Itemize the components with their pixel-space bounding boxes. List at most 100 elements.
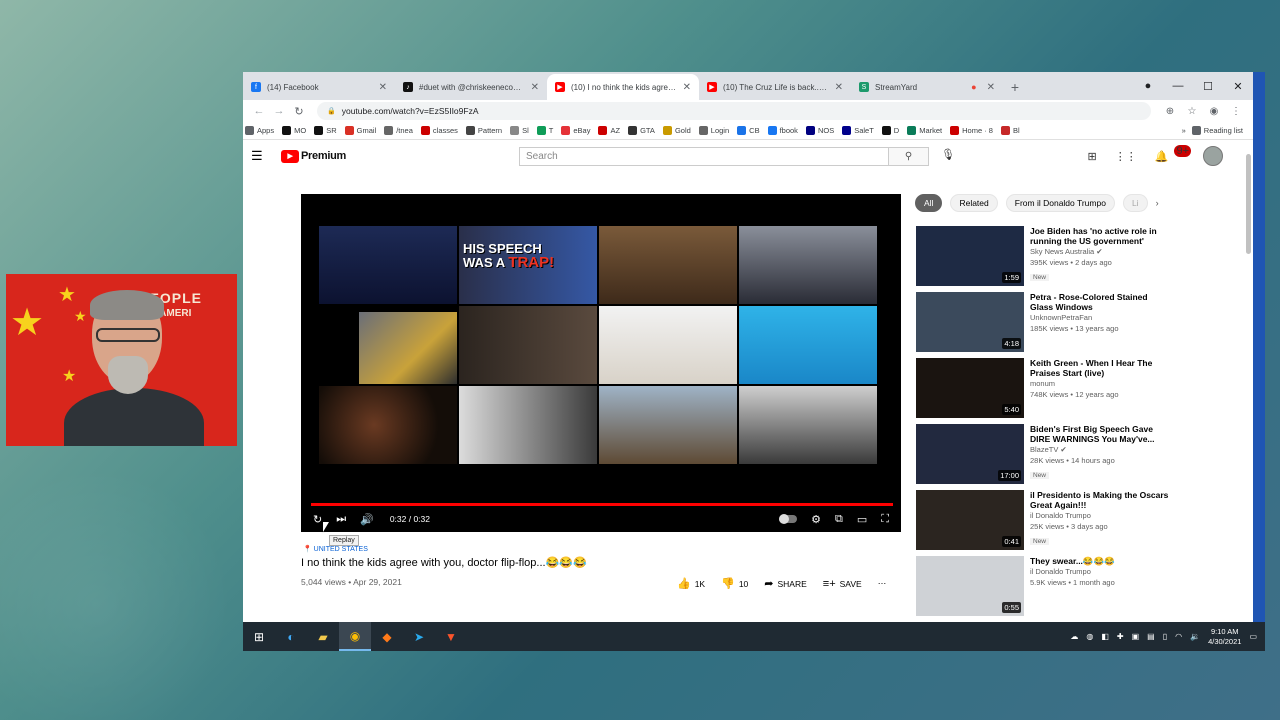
youtube-logo[interactable]: ▶ Premium <box>281 149 346 163</box>
close-icon[interactable]: ✕ <box>531 82 539 93</box>
bookmark-sl[interactable]: Sl <box>510 126 529 135</box>
endscreen-thumb[interactable] <box>739 226 877 304</box>
endscreen-thumb[interactable] <box>599 386 737 464</box>
bookmark-gmail[interactable]: Gmail <box>344 126 376 135</box>
endscreen-thumb[interactable]: HIS SPEECH WAS A TRAP! <box>459 226 597 304</box>
recommendation-item[interactable]: 0:41 il Presidento is Making the Oscars G… <box>916 490 1246 552</box>
chip-from-channel[interactable]: From il Donaldo Trumpo <box>1005 194 1115 212</box>
recommendation-thumbnail[interactable]: 0:41 <box>916 490 1024 550</box>
tab-youtube-cruz[interactable]: ▶ (10) The Cruz Life is back... - You ✕ <box>699 74 851 100</box>
share-page-icon[interactable]: ⊕ <box>1159 106 1181 117</box>
menu-icon[interactable]: ⋮ <box>1225 106 1247 117</box>
clock[interactable]: 9:10 AM 4/30/2021 <box>1208 627 1241 647</box>
recommendation-title[interactable]: Biden's First Big Speech Gave DIRE WARNI… <box>1030 424 1170 444</box>
brave-icon[interactable]: ▼ <box>435 622 467 651</box>
theater-mode-icon[interactable]: ▭ <box>857 513 867 526</box>
endscreen-thumb[interactable] <box>739 306 877 384</box>
search-button[interactable]: ⚲ <box>889 147 929 166</box>
close-icon[interactable]: ✕ <box>987 82 995 93</box>
recommendation-thumbnail[interactable]: 17:00 <box>916 424 1024 484</box>
hamburger-menu-icon[interactable]: ☰ <box>251 148 265 164</box>
recommendation-item[interactable]: 17:00 Biden's First Big Speech Gave DIRE … <box>916 424 1246 486</box>
app-tray-icon[interactable]: ◍ <box>1086 632 1093 641</box>
recommendation-channel[interactable]: monum <box>1030 378 1170 389</box>
close-icon[interactable]: ✕ <box>835 82 843 93</box>
share-button[interactable]: ➦ SHARE <box>764 577 807 590</box>
chevron-right-icon[interactable]: › <box>1156 198 1159 208</box>
save-button[interactable]: ≡+ SAVE <box>823 578 862 590</box>
recommendation-thumbnail[interactable]: 0:55 <box>916 556 1024 616</box>
telegram-icon[interactable]: ➤ <box>403 622 435 651</box>
address-bar[interactable]: 🔒 youtube.com/watch?v=EzS5IIo9FzA <box>317 102 1151 120</box>
bookmark-market[interactable]: Market <box>907 126 942 135</box>
recommendation-item[interactable]: 5:40 Keith Green - When I Hear The Praise… <box>916 358 1246 420</box>
bookmark-ebay[interactable]: eBay <box>561 126 590 135</box>
bookmark-classes[interactable]: classes <box>420 126 458 135</box>
recommendation-item[interactable]: 0:55 They swear...😂😂😂 il Donaldo Trumpo 5.9… <box>916 556 1246 618</box>
recommendation-channel[interactable]: Sky News Australia ✔ <box>1030 246 1170 257</box>
new-tab-button[interactable]: + <box>1003 74 1027 100</box>
notification-center-icon[interactable]: ▭ <box>1249 632 1257 641</box>
bookmark-bl[interactable]: Bl <box>1000 126 1020 135</box>
microphone-icon[interactable]: 🎙 <box>941 148 955 161</box>
replay-icon[interactable]: ↻ <box>313 513 322 526</box>
search-input[interactable]: Search <box>519 147 889 166</box>
page-scrollbar[interactable] <box>1246 154 1251 254</box>
video-location[interactable]: 📍 UNITED STATES <box>303 545 368 553</box>
recommendation-item[interactable]: 1:59 Joe Biden has 'no active role in run… <box>916 226 1246 288</box>
recommendation-thumbnail[interactable]: 1:59 <box>916 226 1024 286</box>
app-tray-icon[interactable]: ▤ <box>1147 632 1155 641</box>
create-video-icon[interactable]: ⊞ <box>1088 150 1097 163</box>
recommendation-title[interactable]: Keith Green - When I Hear The Praises St… <box>1030 358 1170 378</box>
onedrive-icon[interactable]: ☁ <box>1070 632 1078 641</box>
volume-icon[interactable]: 🔊 <box>360 513 374 526</box>
apps-grid-icon[interactable]: ⋮⋮ <box>1115 150 1137 163</box>
forward-button[interactable]: → <box>269 105 289 117</box>
more-bookmarks-icon[interactable]: » <box>1182 126 1186 135</box>
endscreen-thumb[interactable] <box>599 226 737 304</box>
bookmark-mo[interactable]: MO <box>282 126 306 135</box>
tab-tiktok[interactable]: ♪ #duet with @chriskeenecomedy ✕ <box>395 74 547 100</box>
recommendation-channel[interactable]: il Donaldo Trumpo <box>1030 566 1170 577</box>
next-video-icon[interactable]: ⏭ <box>336 513 346 526</box>
extension-icon[interactable]: ◉ <box>1203 106 1225 117</box>
dislike-button[interactable]: 👎 10 <box>721 577 748 590</box>
tab-youtube-active[interactable]: ▶ (10) I no think the kids agree with ✕ <box>547 74 699 100</box>
firefox-icon[interactable]: ◆ <box>371 622 403 651</box>
bookmark-login[interactable]: Login <box>698 126 729 135</box>
bookmark-t[interactable]: T <box>536 126 553 135</box>
chip-more[interactable]: Li <box>1122 194 1148 212</box>
endscreen-thumb[interactable] <box>739 386 877 464</box>
close-window-button[interactable]: ✕ <box>1223 72 1253 100</box>
minimize-button[interactable]: — <box>1163 72 1193 100</box>
like-button[interactable]: 👍 1K <box>677 577 705 590</box>
bookmark-apps[interactable]: Apps <box>245 126 274 135</box>
miniplayer-icon[interactable]: ⧉ <box>835 513 843 526</box>
battery-icon[interactable]: ▯ <box>1163 632 1167 641</box>
bookmark-star-icon[interactable]: ☆ <box>1181 106 1203 117</box>
endscreen-thumb[interactable] <box>599 306 737 384</box>
file-explorer-icon[interactable]: ▰ <box>307 622 339 651</box>
recommendation-channel[interactable]: BlazeTV ✔ <box>1030 444 1170 455</box>
bookmark-salet[interactable]: SaleT <box>842 126 874 135</box>
bookmark-cb[interactable]: CB <box>737 126 760 135</box>
app-tray-icon[interactable]: ▣ <box>1132 632 1140 641</box>
tab-streamyard[interactable]: S StreamYard ● ✕ <box>851 74 1003 100</box>
bookmark-az[interactable]: AZ <box>598 126 620 135</box>
more-actions-icon[interactable]: ⋯ <box>878 578 887 589</box>
autoplay-toggle[interactable] <box>779 514 798 524</box>
video-progress-bar[interactable] <box>311 503 893 506</box>
wifi-icon[interactable]: ◠ <box>1175 632 1182 641</box>
start-windows-icon[interactable]: ⊞ <box>243 622 275 651</box>
settings-gear-icon[interactable]: ⚙ <box>811 513 821 526</box>
edge-browser-icon[interactable]: ◐ <box>275 622 307 651</box>
chip-all[interactable]: All <box>915 194 943 212</box>
back-button[interactable]: ← <box>249 105 269 117</box>
chip-related[interactable]: Related <box>950 194 998 212</box>
fullscreen-icon[interactable]: ⛶ <box>881 513 889 526</box>
recommendation-thumbnail[interactable]: 4:18 <box>916 292 1024 352</box>
bookmark-d[interactable]: D <box>881 126 899 135</box>
close-icon[interactable]: ✕ <box>683 82 691 93</box>
bookmark-nos[interactable]: NOS <box>805 126 834 135</box>
tab-facebook[interactable]: f (14) Facebook ✕ <box>243 74 395 100</box>
